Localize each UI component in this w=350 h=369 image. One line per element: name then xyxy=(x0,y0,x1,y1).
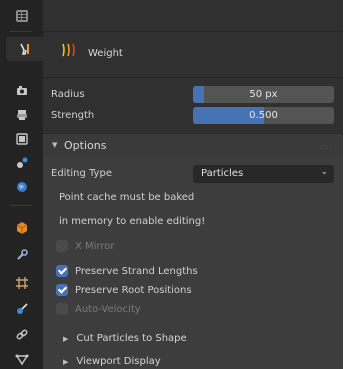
strength-label: Strength xyxy=(51,110,95,121)
strength-slider[interactable]: 0.500 xyxy=(193,107,334,124)
chevron-down-icon: ⌄ xyxy=(320,167,328,177)
editing-type-value: Particles xyxy=(201,168,244,179)
cut-particles-label: Cut Particles to Shape xyxy=(76,333,187,344)
tab-scene[interactable] xyxy=(8,151,35,175)
checkbox-box xyxy=(56,303,68,315)
properties-header xyxy=(43,0,343,32)
properties-tab-column xyxy=(0,0,43,369)
cache-warning-line1: Point cache must be baked xyxy=(59,192,195,203)
tab-render[interactable] xyxy=(8,79,35,103)
radius-slider[interactable]: 50 px xyxy=(193,86,334,103)
cache-warning-line2: in memory to enable editing! xyxy=(59,216,206,227)
radius-value: 50 px xyxy=(249,89,278,100)
mesh-data-icon xyxy=(15,354,28,366)
active-tool-header: Weight xyxy=(43,32,343,77)
tool-settings-icon xyxy=(19,43,29,55)
strength-value: 0.500 xyxy=(249,110,278,121)
radius-label: Radius xyxy=(51,89,85,100)
auto-velocity-checkbox[interactable]: Auto-Velocity xyxy=(56,302,141,316)
preserve-root-positions-checkbox[interactable]: Preserve Root Positions xyxy=(56,283,192,297)
tab-data[interactable] xyxy=(8,347,35,369)
checkbox-checked xyxy=(56,284,68,296)
output-printer-icon xyxy=(16,110,27,120)
collapsed-triangle-icon: ▶ xyxy=(63,357,69,366)
tab-output[interactable] xyxy=(8,103,35,127)
render-camera-icon xyxy=(16,86,27,95)
tab-tool[interactable] xyxy=(6,37,43,61)
particles-icon xyxy=(15,277,28,289)
properties-editor: Weight Radius 50 px Strength 0.500 ▼ Opt… xyxy=(0,0,343,369)
tab-physics[interactable] xyxy=(8,297,35,321)
world-globe-icon xyxy=(16,182,27,192)
auto-velocity-label: Auto-Velocity xyxy=(75,303,141,315)
x-mirror-label: X Mirror xyxy=(75,240,115,252)
preserve-strand-lengths-checkbox[interactable]: Preserve Strand Lengths xyxy=(56,264,198,278)
physics-icon xyxy=(16,303,28,314)
checkbox-checked xyxy=(56,265,68,277)
viewport-display-label: Viewport Display xyxy=(76,356,161,367)
tool-name: Weight xyxy=(88,48,123,59)
expand-triangle-icon: ▼ xyxy=(52,141,58,149)
hair-strands-icon xyxy=(60,42,80,58)
tab-world[interactable] xyxy=(8,175,35,199)
viewport-display-subpanel[interactable]: ▶ Viewport Display xyxy=(63,356,161,367)
preserve-root-positions-label: Preserve Root Positions xyxy=(75,284,192,296)
tab-particles[interactable] xyxy=(8,271,35,295)
checkbox-box xyxy=(56,240,68,252)
tab-object[interactable] xyxy=(8,216,35,240)
options-panel-header[interactable]: ▼ Options :::: xyxy=(43,133,343,157)
object-cube-icon xyxy=(16,222,27,234)
cut-particles-subpanel[interactable]: ▶ Cut Particles to Shape xyxy=(63,333,187,344)
editing-type-label: Editing Type xyxy=(51,168,112,179)
tab-view-layer[interactable] xyxy=(8,127,35,151)
x-mirror-checkbox[interactable]: X Mirror xyxy=(56,239,115,253)
constraint-link-icon xyxy=(16,329,27,340)
editing-type-dropdown[interactable]: Particles ⌄ xyxy=(193,165,334,183)
tab-modifiers[interactable] xyxy=(8,243,35,267)
view-layer-icon xyxy=(15,133,28,145)
scene-icon xyxy=(16,157,27,168)
modifier-wrench-icon xyxy=(16,249,28,260)
tab-constraints[interactable] xyxy=(8,323,35,347)
options-panel-title: Options xyxy=(64,139,107,152)
collapsed-triangle-icon: ▶ xyxy=(63,334,69,343)
drag-grip-icon[interactable]: :::: xyxy=(320,143,333,151)
preserve-strand-lengths-label: Preserve Strand Lengths xyxy=(75,265,198,277)
editor-type-icon[interactable] xyxy=(8,4,35,28)
